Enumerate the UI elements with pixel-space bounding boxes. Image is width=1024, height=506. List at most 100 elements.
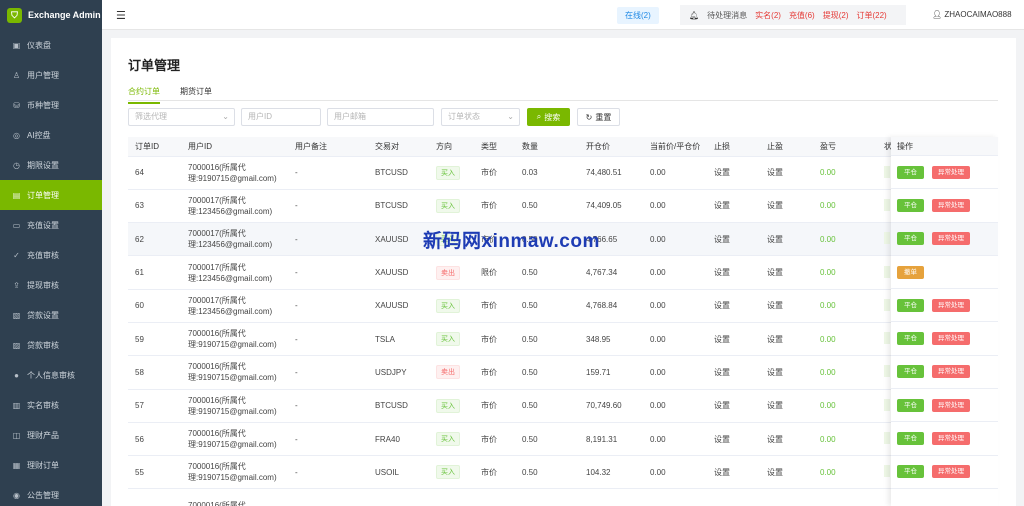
stop-loss-link[interactable]: 设置: [714, 335, 730, 344]
exception-handle-button[interactable]: 异常处理: [932, 332, 970, 346]
search-icon: ⌕: [536, 112, 542, 121]
take-profit-link[interactable]: 设置: [767, 301, 783, 310]
sidebar-item-11[interactable]: ● 个人信息审核: [0, 360, 102, 390]
exception-handle-button[interactable]: 异常处理: [932, 232, 970, 246]
user-note: -: [295, 467, 298, 477]
database-icon: ⛁: [13, 100, 20, 110]
sidebar-item-0[interactable]: ▣ 仪表盘: [0, 30, 102, 60]
product-icon: ◫: [12, 430, 21, 440]
sidebar-item-7[interactable]: ✓ 充值审核: [0, 240, 102, 270]
ops-row: 平仓 异常处理: [891, 422, 998, 456]
exception-handle-button[interactable]: 异常处理: [932, 165, 970, 179]
close-position-button[interactable]: 平仓: [897, 465, 924, 479]
take-profit-link[interactable]: 设置: [767, 235, 783, 244]
user-agent-email: 理:9190715@gmail.com): [188, 473, 277, 483]
stop-loss-link[interactable]: 设置: [714, 468, 730, 477]
profit-loss: 0.00: [820, 301, 836, 311]
sidebar-item-10[interactable]: ▨ 贷款审核: [0, 330, 102, 360]
userid-input[interactable]: 用户ID: [241, 108, 321, 126]
bell-icon[interactable]: 🔔︎: [689, 11, 699, 20]
agent-filter-select[interactable]: 筛选代理 ⌄: [128, 108, 235, 126]
close-position-button[interactable]: 平仓: [897, 298, 924, 312]
document-icon: ▤: [12, 190, 21, 200]
top-bar: ☰ 在线(2) 🔔︎ 待处理消息 实名(2) 充值(6) 提现(2) 订单(22…: [102, 0, 1024, 30]
close-position-button[interactable]: 平仓: [897, 232, 924, 246]
exception-handle-button[interactable]: 异常处理: [932, 198, 970, 212]
exception-handle-button[interactable]: 异常处理: [932, 432, 970, 446]
table-row: 59 7000016(所属代 理:9190715@gmail.com) - TSLA 买入…: [128, 322, 998, 357]
app-logo[interactable]: ⛉ Exchange Admin: [0, 0, 102, 30]
sidebar-item-8[interactable]: ⇪ 提现审核: [0, 270, 102, 300]
open-price: 348.95: [586, 334, 611, 344]
status-filter-select[interactable]: 订单状态 ⌄: [441, 108, 520, 126]
exception-handle-button[interactable]: 异常处理: [932, 365, 970, 379]
sidebar-item-4[interactable]: ◷ 期限设置: [0, 150, 102, 180]
user-menu[interactable]: 👤︎ ZHAOCAIMAO888: [932, 10, 1012, 19]
take-profit-link[interactable]: 设置: [767, 335, 783, 344]
take-profit-link[interactable]: 设置: [767, 368, 783, 377]
quantity: 0.50: [522, 334, 538, 344]
close-position-button[interactable]: 平仓: [897, 398, 924, 412]
menu-toggle-icon[interactable]: ☰: [116, 9, 126, 22]
take-profit-link[interactable]: 设置: [767, 435, 783, 444]
realname-count-link[interactable]: 实名(2): [755, 10, 781, 21]
logo-icon: ⛉: [7, 7, 22, 23]
stop-loss-link[interactable]: 设置: [714, 301, 730, 310]
close-position-button[interactable]: 平仓: [897, 198, 924, 212]
sidebar-item-2[interactable]: ⛁ 币种管理: [0, 90, 102, 120]
id-card-icon: ▥: [12, 400, 21, 410]
profit-loss: 0.00: [820, 367, 836, 377]
sidebar-item-15[interactable]: ◉ 公告管理: [0, 480, 102, 506]
sidebar-item-5[interactable]: ▤ 订单管理: [0, 180, 102, 210]
user-id: 7000017(所属代: [188, 195, 246, 205]
pending-messages-label: 待处理消息: [707, 10, 748, 20]
sidebar-item-9[interactable]: ▧ 贷款设置: [0, 300, 102, 330]
online-count-badge[interactable]: 在线(2): [617, 7, 659, 24]
status-badge: [884, 298, 890, 311]
stop-loss-link[interactable]: 设置: [714, 168, 730, 177]
close-position-button[interactable]: 平仓: [897, 365, 924, 379]
user-note: -: [295, 201, 298, 211]
orders-table: 订单ID 用户ID 用户备注 交易对 方向 类型 数量 开仓价 当前价/平仓价 止损 止盈 盈亏状 6…: [128, 137, 998, 506]
sidebar-item-13[interactable]: ◫ 理财产品: [0, 420, 102, 450]
take-profit-link[interactable]: 设置: [767, 168, 783, 177]
user-icon: ♙: [12, 70, 21, 80]
take-profit-link[interactable]: 设置: [767, 201, 783, 210]
stop-loss-link[interactable]: 设置: [714, 268, 730, 277]
open-price: 74,480.51: [586, 168, 622, 178]
person-icon: ●: [14, 370, 19, 380]
search-button[interactable]: ⌕ 搜索: [527, 108, 570, 126]
tab-futures-orders[interactable]: 期货订单: [180, 86, 212, 104]
current-price: 0.00: [650, 301, 666, 311]
order-count-link[interactable]: 订单(22): [857, 10, 887, 21]
take-profit-link[interactable]: 设置: [767, 401, 783, 410]
sidebar-item-1[interactable]: ♙ 用户管理: [0, 60, 102, 90]
tab-contract-orders[interactable]: 合约订单: [128, 86, 160, 104]
sidebar-item-12[interactable]: ▥ 实名审核: [0, 390, 102, 420]
stop-loss-link[interactable]: 设置: [714, 368, 730, 377]
sidebar-item-label: 理财订单: [27, 460, 59, 470]
withdraw-count-link[interactable]: 提现(2): [823, 10, 849, 21]
stop-loss-link[interactable]: 设置: [714, 201, 730, 210]
close-position-button[interactable]: 平仓: [897, 165, 924, 179]
exception-handle-button[interactable]: 异常处理: [932, 298, 970, 312]
exception-handle-button[interactable]: 异常处理: [932, 398, 970, 412]
page-title: 订单管理: [128, 58, 181, 73]
sidebar-item-3[interactable]: ◎ AI控盘: [0, 120, 102, 150]
notice-icon: ◉: [13, 490, 20, 500]
close-position-button[interactable]: 平仓: [897, 432, 924, 446]
exception-handle-button[interactable]: 异常处理: [932, 465, 970, 479]
refresh-icon: ↻: [585, 112, 593, 122]
close-position-button[interactable]: 平仓: [897, 332, 924, 346]
reset-button[interactable]: ↻ 重置: [577, 108, 620, 126]
take-profit-link[interactable]: 设置: [767, 268, 783, 277]
cancel-order-button[interactable]: 撤单: [897, 265, 924, 279]
sidebar-item-6[interactable]: ▭ 充值设置: [0, 210, 102, 240]
stop-loss-link[interactable]: 设置: [714, 401, 730, 410]
take-profit-link[interactable]: 设置: [767, 468, 783, 477]
stop-loss-link[interactable]: 设置: [714, 235, 730, 244]
sidebar-item-14[interactable]: ▦ 理财订单: [0, 450, 102, 480]
recharge-count-link[interactable]: 充值(6): [789, 10, 815, 21]
stop-loss-link[interactable]: 设置: [714, 435, 730, 444]
email-input[interactable]: 用户邮箱: [327, 108, 434, 126]
